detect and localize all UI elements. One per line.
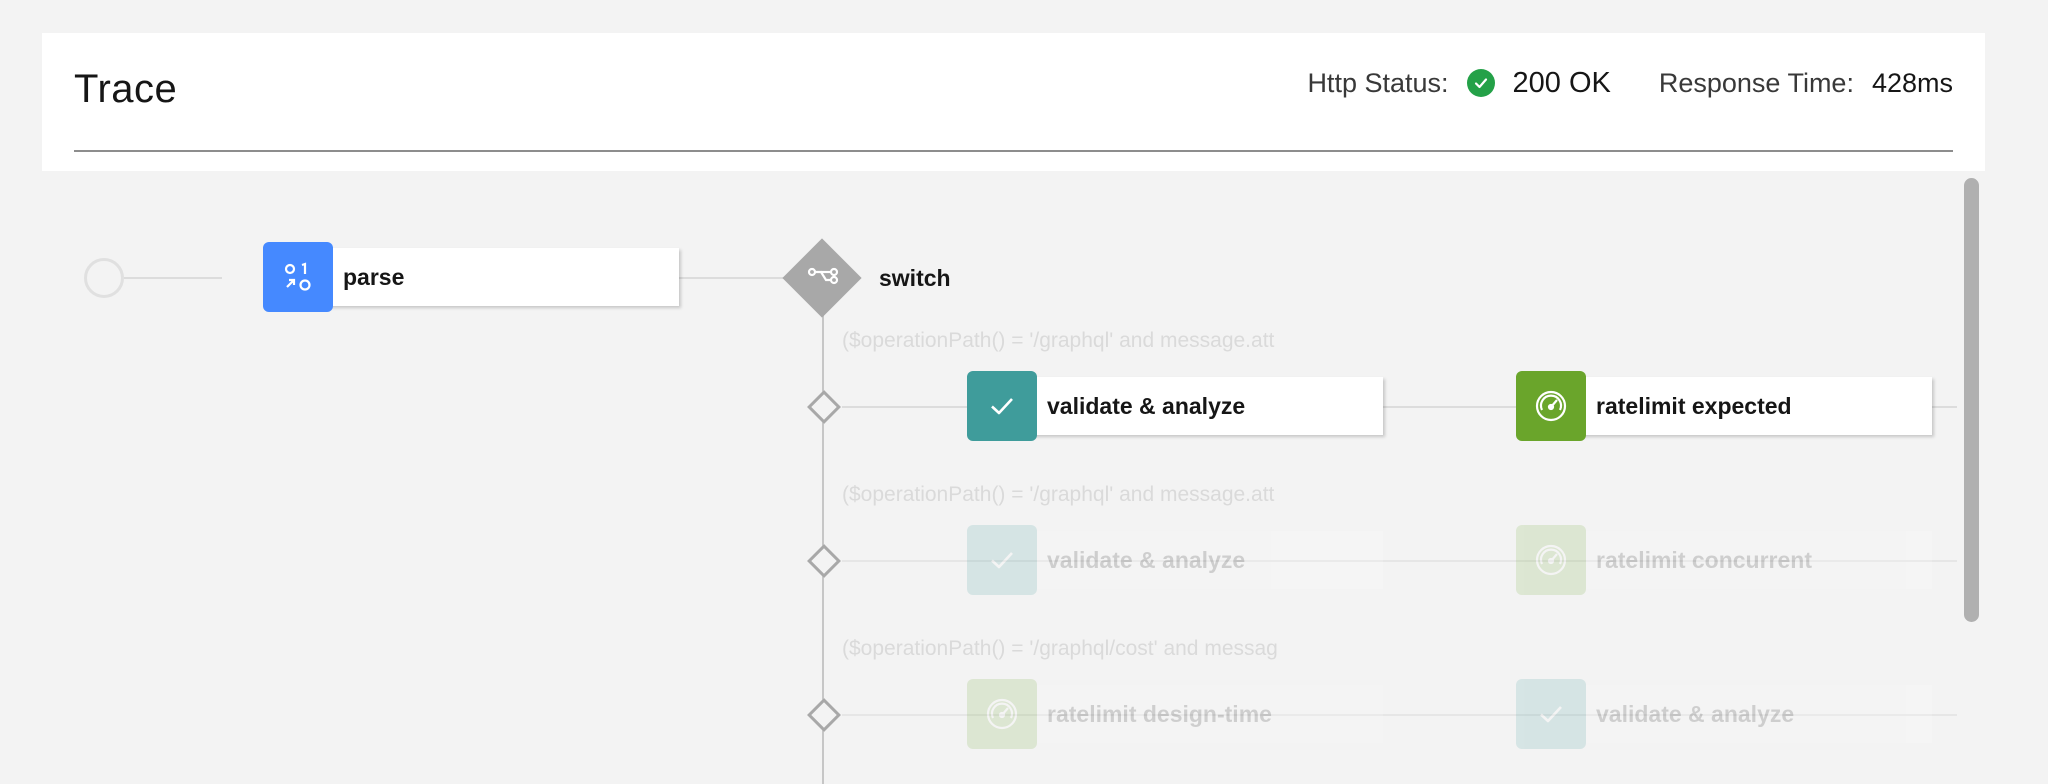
branch-condition: ($operationPath() = '/graphql/cost' and …	[842, 637, 1278, 660]
http-status-value: 200 OK	[1512, 66, 1611, 99]
response-time-label: Response Time:	[1658, 67, 1854, 98]
checkmark-icon	[967, 371, 1037, 441]
parse-label: parse	[343, 263, 405, 290]
page-title: Trace	[74, 67, 178, 111]
header-divider	[74, 150, 1953, 152]
branch-condition: ($operationPath() = '/graphql' and messa…	[842, 483, 1275, 506]
ratelimit-expected-node[interactable]: ratelimit expected	[1516, 371, 1932, 441]
checkmark-icon	[967, 525, 1037, 595]
branch-node[interactable]	[807, 544, 841, 578]
branch-condition: ($operationPath() = '/graphql' and messa…	[842, 329, 1275, 352]
branch-node[interactable]	[807, 698, 841, 732]
node-label: ratelimit expected	[1596, 392, 1792, 419]
gauge-icon	[967, 679, 1037, 749]
ratelimit-design-time-node[interactable]: ratelimit design-time	[967, 679, 1383, 749]
parse-node[interactable]: parse	[263, 242, 679, 312]
branch-node[interactable]	[807, 390, 841, 424]
trace-canvas[interactable]: parse switch ($operationPath() = '/graph…	[42, 171, 1957, 784]
gauge-icon	[1516, 525, 1586, 595]
connector-line	[678, 277, 786, 279]
node-label: validate & analyze	[1047, 392, 1246, 419]
validate-analyze-node[interactable]: validate & analyze	[967, 525, 1383, 595]
validate-analyze-node[interactable]: validate & analyze	[1516, 679, 1932, 749]
start-node[interactable]	[84, 258, 124, 298]
switch-label: switch	[879, 265, 951, 291]
status-summary: Http Status: 200 OK Response Time: 428ms	[1307, 61, 1953, 105]
node-label: ratelimit design-time	[1047, 700, 1272, 727]
gauge-icon	[1516, 371, 1586, 441]
parse-icon	[263, 242, 333, 312]
checkmark-icon	[1516, 679, 1586, 749]
node-label: validate & analyze	[1596, 700, 1795, 727]
validate-analyze-node[interactable]: validate & analyze	[967, 371, 1383, 441]
success-check-icon	[1466, 69, 1495, 97]
connector-line	[124, 277, 222, 279]
node-label: validate & analyze	[1047, 546, 1246, 573]
http-status-label: Http Status:	[1307, 67, 1449, 98]
ratelimit-concurrent-node[interactable]: ratelimit concurrent	[1516, 525, 1932, 595]
response-time-value: 428ms	[1871, 67, 1953, 98]
node-label: ratelimit concurrent	[1596, 546, 1812, 573]
scrollbar-thumb[interactable]	[1964, 178, 1979, 622]
trace-header: Trace Http Status: 200 OK Response Time:…	[42, 33, 1985, 171]
branch-icon	[803, 258, 843, 298]
